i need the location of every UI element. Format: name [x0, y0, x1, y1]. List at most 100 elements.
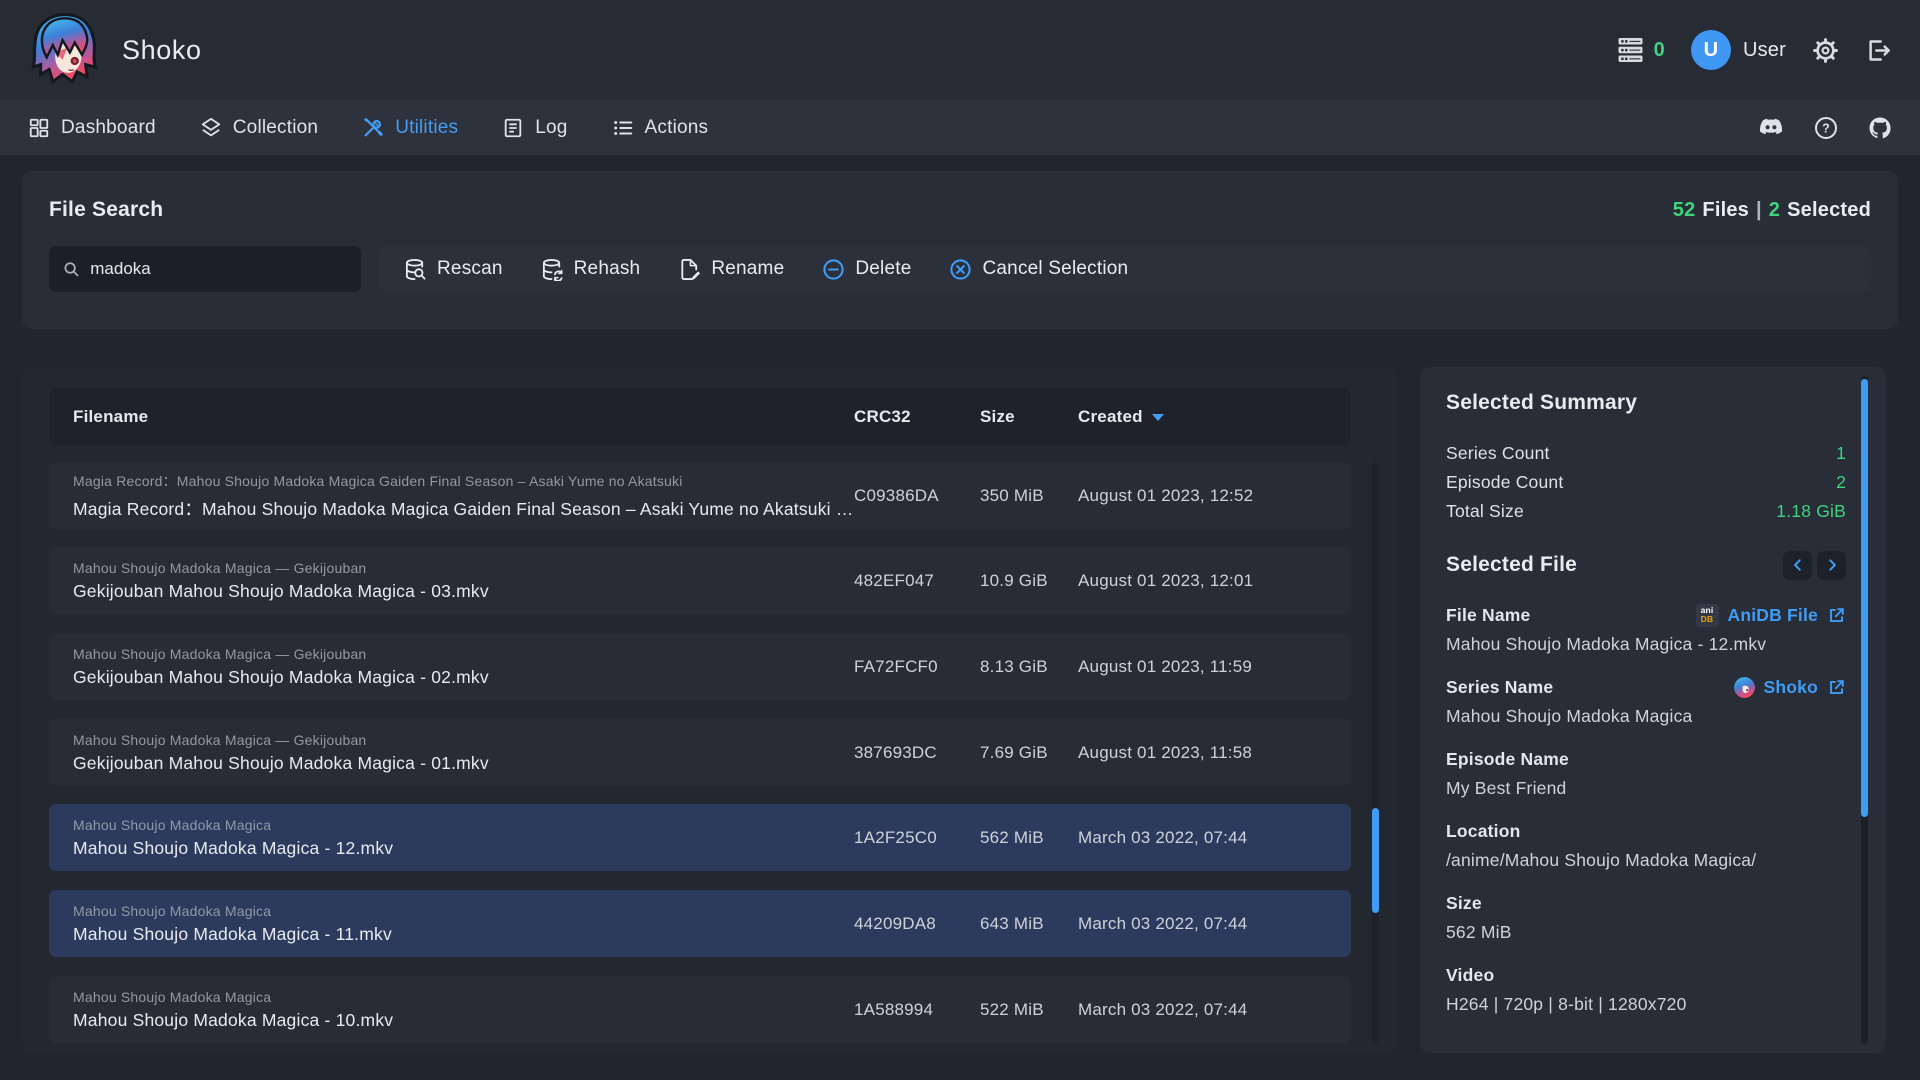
file-created: March 03 2022, 07:44 — [1078, 1000, 1327, 1020]
collection-icon — [200, 117, 222, 139]
logout-button[interactable] — [1865, 37, 1892, 64]
file-name: Gekijouban Mahou Shoujo Madoka Magica - … — [73, 753, 854, 774]
queue-count: 0 — [1654, 39, 1665, 62]
panel-title: File Search — [49, 198, 163, 222]
previous-file-button[interactable] — [1783, 551, 1812, 580]
nav-item-log[interactable]: Log — [502, 117, 567, 139]
table-row-selected[interactable]: Mahou Shoujo Madoka Magica Mahou Shoujo … — [49, 890, 1351, 957]
files-word: Files — [1702, 199, 1749, 222]
chevron-left-icon — [1791, 558, 1805, 572]
action-label: Cancel Selection — [982, 258, 1128, 280]
table-row[interactable]: Mahou Shoujo Madoka Magica — Gekijouban … — [49, 719, 1351, 786]
file-group-title: Mahou Shoujo Madoka Magica — Gekijouban — [73, 560, 854, 576]
file-size: 350 MiB — [980, 486, 1078, 506]
file-name: Mahou Shoujo Madoka Magica - 12.mkv — [73, 838, 854, 859]
selection-stats: 52 Files | 2 Selected — [1673, 199, 1871, 222]
file-group-title: Mahou Shoujo Madoka Magica — [73, 817, 854, 833]
summary-row: Total Size 1.18 GiB — [1446, 497, 1846, 526]
file-group-title: Magia Record：Mahou Shoujo Madoka Magica … — [73, 471, 854, 491]
gear-icon — [1812, 37, 1839, 64]
rename-button[interactable]: Rename — [678, 258, 784, 281]
file-size: 10.9 GiB — [980, 571, 1078, 591]
selected-file-title: Selected File — [1446, 553, 1577, 577]
field-value: Mahou Shoujo Madoka Magica - 12.mkv — [1446, 634, 1846, 655]
summary-value: 1 — [1836, 443, 1846, 464]
table-row[interactable]: Magia Record：Mahou Shoujo Madoka Magica … — [49, 462, 1351, 529]
nav-item-utilities[interactable]: Utilities — [362, 117, 458, 139]
table-row-selected[interactable]: Mahou Shoujo Madoka Magica Mahou Shoujo … — [49, 804, 1351, 871]
queue-icon — [1617, 38, 1644, 62]
rehash-button[interactable]: Rehash — [541, 258, 641, 281]
file-crc32: 387693DC — [854, 743, 980, 763]
field-series-name: Series Name Shoko Mahou Shoujo — [1446, 676, 1846, 727]
field-video: Video H264 | 720p | 8-bit | 1280x720 — [1446, 964, 1846, 1015]
action-label: Delete — [855, 258, 911, 280]
table-row[interactable]: Mahou Shoujo Madoka Magica — Gekijouban … — [49, 633, 1351, 700]
github-button[interactable] — [1868, 116, 1892, 140]
field-size: Size 562 MiB — [1446, 892, 1846, 943]
file-crc32: 1A2F25C0 — [854, 828, 980, 848]
search-input[interactable] — [90, 259, 347, 279]
file-name: Gekijouban Mahou Shoujo Madoka Magica - … — [73, 667, 854, 688]
help-button[interactable]: ? — [1814, 116, 1838, 140]
file-name: Mahou Shoujo Madoka Magica - 10.mkv — [73, 1010, 854, 1031]
settings-button[interactable] — [1812, 37, 1839, 64]
summary-value: 2 — [1836, 472, 1846, 493]
help-icon: ? — [1814, 116, 1838, 140]
selection-sidebar: Selected Summary Series Count 1 Episode … — [1420, 367, 1886, 1053]
discord-button[interactable] — [1758, 117, 1784, 139]
field-label: Size — [1446, 893, 1482, 914]
summary-row: Series Count 1 — [1446, 439, 1846, 468]
files-count: 52 — [1673, 199, 1696, 222]
queue-status[interactable]: 0 — [1617, 38, 1665, 62]
user-menu[interactable]: U User — [1691, 30, 1786, 70]
delete-button[interactable]: Delete — [822, 258, 911, 281]
file-name: Mahou Shoujo Madoka Magica - 11.mkv — [73, 924, 854, 945]
field-value: /anime/Mahou Shoujo Madoka Magica/ — [1446, 850, 1846, 871]
column-header-crc32[interactable]: CRC32 — [854, 407, 980, 427]
table-scrollbar-thumb[interactable] — [1372, 808, 1379, 913]
file-crc32: FA72FCF0 — [854, 657, 980, 677]
cancel-selection-button[interactable]: Cancel Selection — [949, 258, 1128, 281]
file-crc32: 482EF047 — [854, 571, 980, 591]
field-label: File Name — [1446, 605, 1530, 626]
actions-icon — [612, 117, 634, 139]
shoko-series-link[interactable]: Shoko — [1734, 677, 1846, 698]
stats-separator: | — [1756, 199, 1762, 222]
field-episode-name: Episode Name My Best Friend — [1446, 748, 1846, 799]
nav-item-dashboard[interactable]: Dashboard — [28, 117, 156, 139]
column-header-size[interactable]: Size — [980, 407, 1078, 427]
file-group-title: Mahou Shoujo Madoka Magica — Gekijouban — [73, 732, 854, 748]
user-avatar: U — [1691, 30, 1731, 70]
utilities-icon — [362, 117, 384, 139]
nav-item-collection[interactable]: Collection — [200, 117, 318, 139]
column-header-filename[interactable]: Filename — [73, 407, 854, 427]
selected-count: 2 — [1769, 199, 1780, 222]
table-scrollbar-track — [1372, 462, 1379, 1043]
anidb-file-link[interactable]: ani DB AniDB File — [1696, 604, 1846, 627]
file-edit-icon — [678, 258, 701, 281]
main-navbar: Dashboard Collection Utilities Log Actio… — [0, 100, 1920, 155]
file-created: August 01 2023, 12:01 — [1078, 571, 1327, 591]
nav-item-actions[interactable]: Actions — [612, 117, 709, 139]
rescan-button[interactable]: Rescan — [404, 258, 503, 281]
file-actions-bar: Rescan Rehash Rename — [378, 246, 1871, 292]
shoko-logo — [26, 11, 104, 89]
file-created: August 01 2023, 11:59 — [1078, 657, 1327, 677]
file-size: 562 MiB — [980, 828, 1078, 848]
table-row[interactable]: Mahou Shoujo Madoka Magica — Gekijouban … — [49, 547, 1351, 614]
external-link-icon — [1827, 678, 1846, 697]
file-crc32: C09386DA — [854, 486, 980, 506]
next-file-button[interactable] — [1817, 551, 1846, 580]
file-group-title: Mahou Shoujo Madoka Magica — [73, 989, 854, 1005]
shoko-icon — [1734, 677, 1755, 698]
table-row[interactable]: Mahou Shoujo Madoka Magica Mahou Shoujo … — [49, 976, 1351, 1043]
file-created: August 01 2023, 11:58 — [1078, 743, 1327, 763]
app-header: Shoko 0 U User — [0, 0, 1920, 100]
file-group-title: Mahou Shoujo Madoka Magica — Gekijouban — [73, 646, 854, 662]
sidebar-scrollbar-thumb[interactable] — [1861, 379, 1868, 817]
nav-label: Utilities — [395, 117, 458, 139]
column-header-created[interactable]: Created — [1078, 407, 1327, 427]
field-file-name: File Name ani DB AniDB File Mahou Shoujo… — [1446, 604, 1846, 655]
file-created: March 03 2022, 07:44 — [1078, 914, 1327, 934]
